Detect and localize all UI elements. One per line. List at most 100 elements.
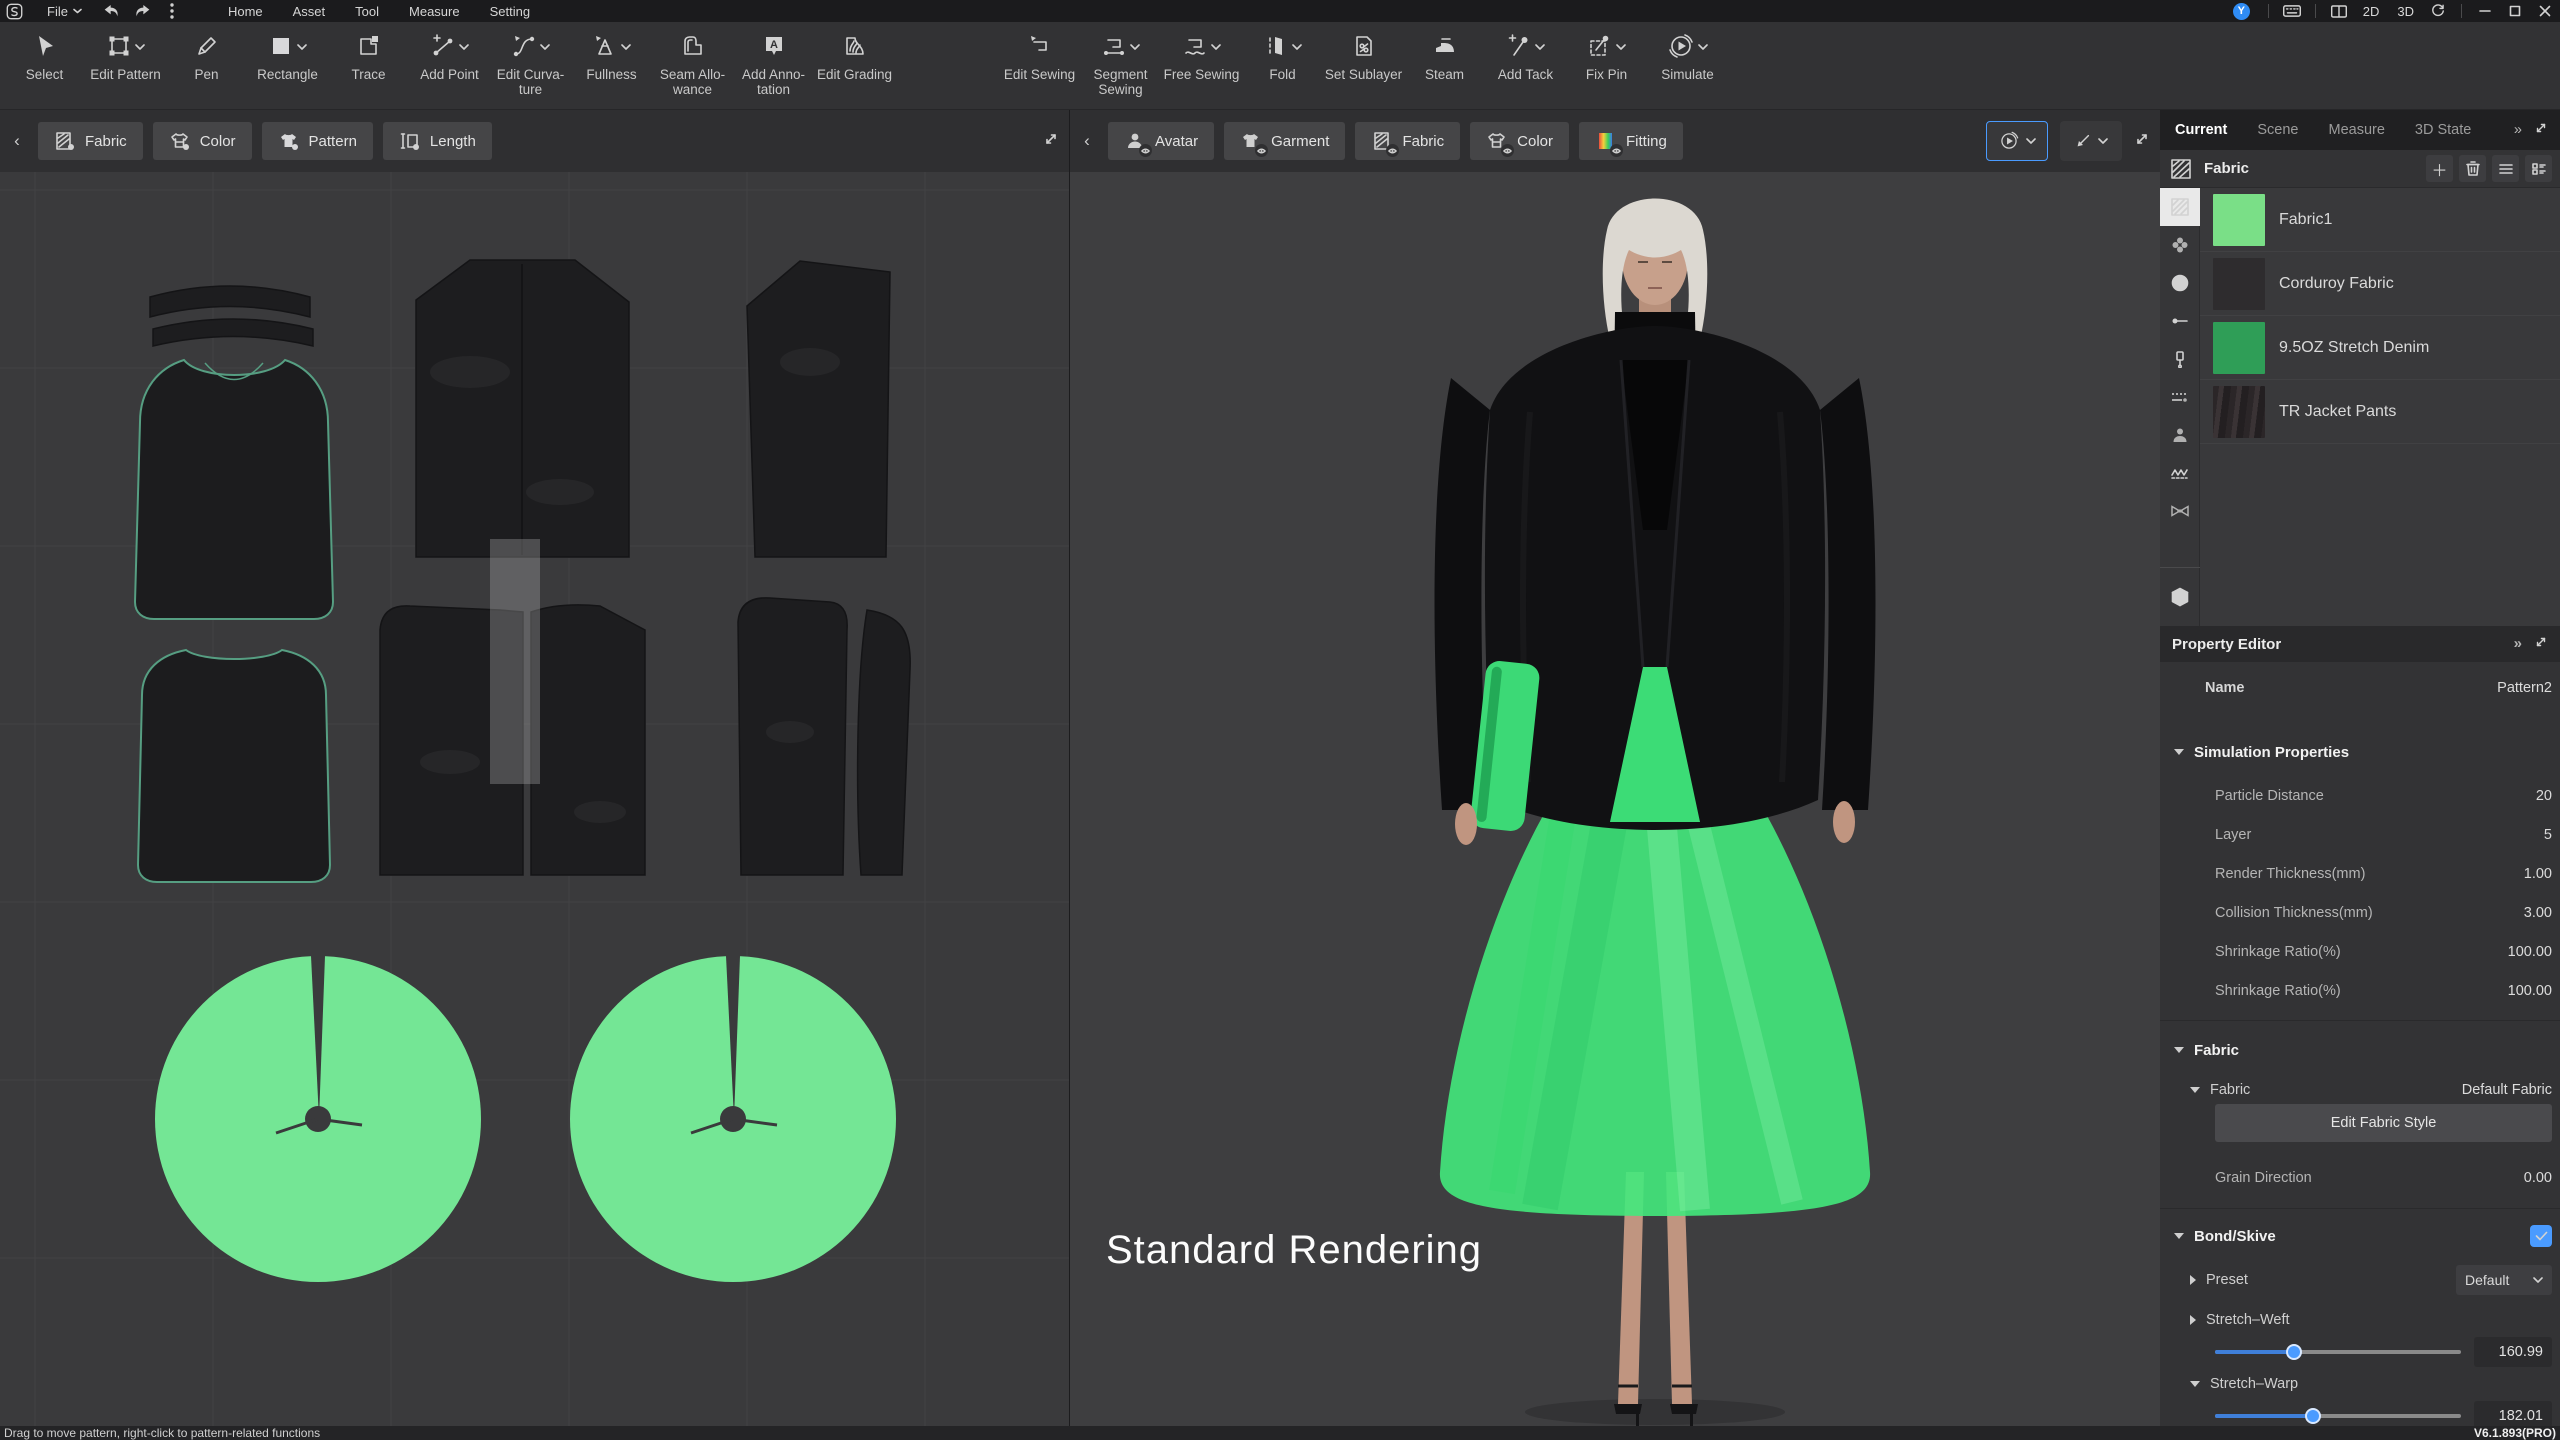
sidebar-fabric-icon[interactable] — [2160, 188, 2200, 226]
tool-add-annotation[interactable]: A Add Anno-tation — [733, 29, 814, 97]
detail-view-button[interactable] — [2525, 155, 2552, 182]
tool-edit-grading[interactable]: Edit Grading — [814, 29, 895, 82]
property-row[interactable]: Render Thickness(mm) 1.00 — [2160, 854, 2560, 894]
viewport-simulate-button[interactable] — [1986, 121, 2048, 161]
collapse-property-editor-icon[interactable]: » — [2514, 635, 2522, 653]
tab-current[interactable]: Current — [2160, 110, 2242, 150]
close-button[interactable] — [2530, 0, 2560, 22]
expand-panel-icon[interactable] — [2534, 121, 2548, 139]
sidebar-avatar-icon[interactable] — [2160, 416, 2200, 454]
bond-skive-checkbox[interactable] — [2530, 1225, 2552, 1247]
viewport-select-tool-button[interactable] — [2060, 121, 2122, 161]
view-3d-button[interactable]: 3D — [2388, 4, 2423, 19]
tool-segment-sewing[interactable]: Segment Sewing — [1080, 29, 1161, 97]
stretch-weft-slider[interactable] — [2215, 1344, 2461, 1360]
tab-3d-fabric[interactable]: Fabric — [1355, 122, 1461, 160]
fabric-section[interactable]: Fabric — [2160, 1030, 2560, 1070]
menu-measure[interactable]: Measure — [394, 0, 475, 22]
tool-select[interactable]: Select — [4, 29, 85, 82]
tab-2d-length[interactable]: Length — [382, 122, 492, 160]
tab-measure[interactable]: Measure — [2314, 110, 2400, 150]
tab-2d-pattern[interactable]: Pattern — [261, 122, 373, 160]
menu-setting[interactable]: Setting — [475, 0, 545, 22]
stretch-warp-slider[interactable] — [2215, 1408, 2461, 1424]
sidebar-stitch-line-icon[interactable] — [2160, 378, 2200, 416]
pattern-name-value[interactable]: Pattern2 — [2497, 680, 2552, 696]
reset-view-icon[interactable] — [2423, 0, 2453, 22]
tool-simulate[interactable]: Simulate — [1647, 29, 1728, 82]
menu-tool[interactable]: Tool — [340, 0, 394, 22]
expand-3d-panel-icon[interactable] — [2134, 131, 2150, 152]
sidebar-seam-icon[interactable] — [2160, 454, 2200, 492]
redo-button[interactable] — [127, 0, 157, 22]
property-row[interactable]: Layer 5 — [2160, 815, 2560, 855]
fabric-list-item[interactable]: 9.5OZ Stretch Denim — [2200, 316, 2560, 380]
sidebar-bond-icon[interactable] — [2160, 492, 2200, 530]
collapse-panel-icon[interactable]: » — [2514, 122, 2522, 138]
edit-fabric-style-button[interactable]: Edit Fabric Style — [2215, 1104, 2552, 1142]
fabric-list-item[interactable]: TR Jacket Pants — [2200, 380, 2560, 444]
view-2d-button[interactable]: 2D — [2354, 4, 2389, 19]
tool-edit-curvature[interactable]: Edit Curva-ture — [490, 29, 571, 97]
tool-add-tack[interactable]: Add Tack — [1485, 29, 1566, 82]
menu-home[interactable]: Home — [213, 0, 278, 22]
tool-seam-allowance[interactable]: Seam Allo-wance — [652, 29, 733, 97]
undo-button[interactable] — [97, 0, 127, 22]
grain-direction-row[interactable]: Grain Direction 0.00 — [2160, 1158, 2560, 1198]
pattern-2d-panel[interactable]: ‹ Fabric Color Pattern Length — [0, 110, 1069, 1426]
pattern-2d-canvas[interactable] — [0, 172, 1069, 1426]
menu-file[interactable]: File — [32, 0, 97, 22]
fabric-list-item[interactable]: Fabric1 — [2200, 188, 2560, 252]
tool-steam[interactable]: Steam — [1404, 29, 1485, 82]
user-avatar[interactable]: Y — [2232, 2, 2250, 20]
tab-3d-state[interactable]: 3D State — [2400, 110, 2486, 150]
tool-trace[interactable]: Trace — [328, 29, 409, 82]
tab-3d-garment[interactable]: Garment — [1224, 122, 1346, 160]
collapse-tabs-left-button[interactable]: ‹ — [1076, 122, 1098, 160]
sidebar-button-icon[interactable] — [2160, 264, 2200, 302]
tab-scene[interactable]: Scene — [2242, 110, 2313, 150]
bond-skive-section[interactable]: Bond/Skive — [2160, 1216, 2560, 1256]
property-row[interactable]: Particle Distance 20 — [2160, 776, 2560, 816]
add-fabric-button[interactable]: ＋ — [2426, 155, 2453, 182]
minimize-button[interactable] — [2470, 0, 2500, 22]
sidebar-trim-icon[interactable] — [2160, 226, 2200, 264]
sidebar-topstitch-icon[interactable] — [2160, 302, 2200, 340]
tool-rectangle[interactable]: Rectangle — [247, 29, 328, 82]
tool-edit-pattern[interactable]: Edit Pattern — [85, 29, 166, 82]
tool-add-point[interactable]: Add Point — [409, 29, 490, 82]
tool-pen[interactable]: Pen — [166, 29, 247, 82]
viewport-3d-panel[interactable]: ‹ Avatar Garment Fabric Color Fitting St… — [1070, 110, 2160, 1426]
expand-2d-panel-icon[interactable] — [1043, 131, 1059, 152]
visibility-eye-icon[interactable] — [1501, 144, 1515, 157]
tab-3d-avatar[interactable]: Avatar — [1108, 122, 1215, 160]
stretch-weft-value[interactable]: 160.99 — [2474, 1337, 2552, 1367]
tool-set-sublayer[interactable]: Set Sublayer — [1323, 29, 1404, 82]
property-row[interactable]: Shrinkage Ratio(%) 100.00 — [2160, 971, 2560, 1011]
split-layout-icon[interactable] — [2324, 0, 2354, 22]
tool-edit-sewing[interactable]: Edit Sewing — [999, 29, 1080, 82]
maximize-button[interactable] — [2500, 0, 2530, 22]
stretch-warp-row[interactable]: Stretch–Warp — [2160, 1368, 2560, 1400]
preset-row[interactable]: Preset Default — [2160, 1260, 2560, 1300]
visibility-eye-icon[interactable] — [1386, 144, 1400, 157]
more-actions-button[interactable] — [157, 0, 187, 22]
tab-2d-fabric[interactable]: Fabric — [38, 122, 143, 160]
sidebar-3d-object-icon[interactable] — [2160, 578, 2200, 616]
collapse-tabs-left-button[interactable]: ‹ — [6, 122, 28, 160]
expand-property-editor-icon[interactable] — [2534, 635, 2548, 653]
tool-fold[interactable]: Fold — [1242, 29, 1323, 82]
keyboard-shortcuts-icon[interactable] — [2277, 0, 2307, 22]
tab-3d-fitting[interactable]: Fitting — [1579, 122, 1683, 160]
simulation-properties-section[interactable]: Simulation Properties — [2160, 732, 2560, 772]
menu-asset[interactable]: Asset — [278, 0, 341, 22]
stretch-warp-value[interactable]: 182.01 — [2474, 1401, 2552, 1426]
tab-3d-color[interactable]: Color — [1470, 122, 1569, 160]
visibility-eye-icon[interactable] — [1139, 144, 1152, 157]
property-row[interactable]: Shrinkage Ratio(%) 100.00 — [2160, 932, 2560, 972]
tab-2d-color[interactable]: Color — [152, 122, 252, 160]
slider-knob[interactable] — [2285, 1344, 2302, 1360]
tool-fix-pin[interactable]: Fix Pin — [1566, 29, 1647, 82]
slider-knob[interactable] — [2305, 1408, 2322, 1424]
belt-pattern-piece[interactable] — [490, 539, 540, 784]
